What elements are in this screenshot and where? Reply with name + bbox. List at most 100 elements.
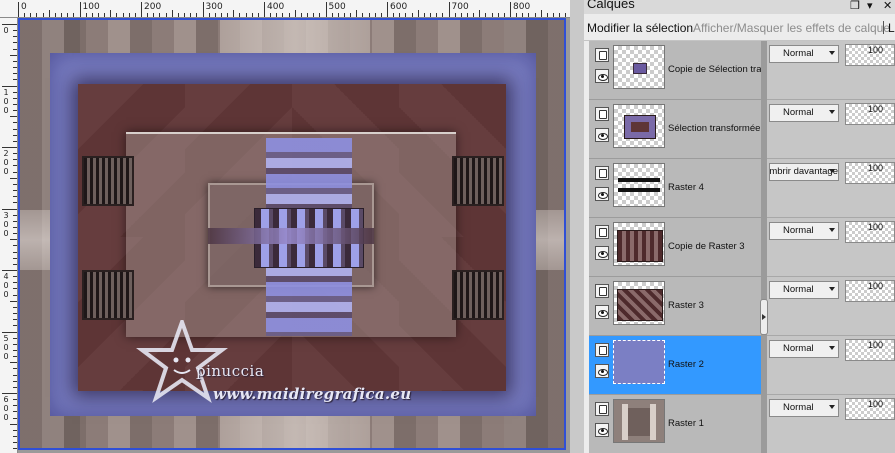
- ruler-minor-tick: [466, 13, 468, 17]
- ruler-minor-tick: [214, 13, 216, 17]
- close-icon[interactable]: ✕: [883, 0, 892, 12]
- ruler-label: 0: [3, 26, 9, 35]
- ruler-minor-tick: [528, 13, 530, 17]
- layer-name: Raster 4: [668, 182, 704, 193]
- ruler-minor-tick: [13, 103, 17, 105]
- ruler-minor-tick: [10, 423, 17, 425]
- ruler-minor-tick: [411, 13, 413, 17]
- layer-info-area[interactable]: Raster 4: [589, 159, 761, 218]
- ruler-tick: [18, 2, 19, 17]
- eye-icon[interactable]: [595, 364, 609, 378]
- ruler-minor-tick: [13, 386, 17, 388]
- layer-mask-toggle-icon[interactable]: [595, 225, 609, 239]
- chevron-down-icon[interactable]: [829, 228, 835, 232]
- opacity-value: 100: [868, 340, 884, 350]
- chevron-down-icon[interactable]: [829, 287, 835, 291]
- layer-info-area[interactable]: Raster 2: [589, 336, 761, 395]
- eye-icon[interactable]: [595, 305, 609, 319]
- ruler-minor-tick: [13, 122, 17, 124]
- layer-mask-toggle-icon[interactable]: [595, 107, 609, 121]
- ruler-tick: [2, 270, 17, 271]
- ruler-minor-tick: [10, 177, 17, 179]
- ruler-minor-tick: [153, 13, 155, 17]
- ruler-label: 300: [205, 2, 223, 12]
- layer-mask-toggle-icon[interactable]: [595, 284, 609, 298]
- ruler-label: 0: [3, 158, 9, 167]
- eye-icon[interactable]: [595, 246, 609, 260]
- layer-row[interactable]: Raster 3 Normal 100: [584, 277, 895, 336]
- layer-row[interactable]: Copie de Raster 3 Normal 100: [584, 218, 895, 277]
- layer-info-area[interactable]: Raster 1: [589, 395, 761, 453]
- ruler-tick: [202, 2, 204, 17]
- ruler-minor-tick: [13, 159, 17, 161]
- ruler-minor-tick: [13, 319, 17, 321]
- opacity-field[interactable]: 100: [845, 221, 895, 243]
- chevron-down-icon[interactable]: [829, 405, 835, 409]
- layer-mask-toggle-icon[interactable]: [595, 48, 609, 62]
- ruler-minor-tick: [13, 153, 17, 155]
- ruler-minor-tick: [13, 368, 17, 370]
- opacity-field[interactable]: 100: [845, 162, 895, 184]
- opacity-value: 100: [868, 281, 884, 291]
- ruler-minor-tick: [13, 288, 17, 290]
- layer-row-selected[interactable]: Raster 2 Normal 100: [584, 336, 895, 395]
- ruler-minor-tick: [13, 196, 17, 198]
- chevron-down-icon[interactable]: [829, 110, 835, 114]
- opacity-field[interactable]: 100: [845, 280, 895, 302]
- ruler-minor-tick: [13, 306, 17, 308]
- ruler-tick: [79, 2, 81, 17]
- layer-info-area[interactable]: Sélection transformée: [589, 100, 761, 159]
- eye-icon[interactable]: [595, 69, 609, 83]
- float-panel-icon[interactable]: ❒: [850, 0, 860, 12]
- ruler-minor-tick: [13, 30, 17, 32]
- opacity-field[interactable]: 100: [845, 398, 895, 420]
- layer-row[interactable]: Raster 4 Assombrir davantage 100: [584, 159, 895, 218]
- layer-mask-toggle-icon[interactable]: [595, 402, 609, 416]
- ruler-minor-tick: [393, 13, 395, 17]
- opacity-field[interactable]: 100: [845, 103, 895, 125]
- layer-row[interactable]: Raster 1 Normal 100: [584, 395, 895, 453]
- layer-row[interactable]: Sélection transformée Normal 100: [584, 100, 895, 159]
- ruler-minor-tick: [350, 13, 352, 17]
- layer-mask-toggle-icon[interactable]: [595, 166, 609, 180]
- ruler-minor-tick: [10, 54, 17, 56]
- ruler-label: 500: [328, 2, 346, 12]
- ruler-minor-tick: [165, 13, 167, 17]
- ruler-minor-tick: [13, 183, 17, 185]
- panel-splitter-handle[interactable]: [760, 299, 768, 335]
- layer-info-area[interactable]: Copie de Sélection transformée: [589, 41, 761, 100]
- eye-icon[interactable]: [595, 423, 609, 437]
- eye-icon[interactable]: [595, 128, 609, 142]
- toolbar-overflow-button[interactable]: L: [888, 21, 895, 35]
- ruler-minor-tick: [13, 60, 17, 62]
- toggle-layer-effects-button[interactable]: Afficher/Masquer les effets de calque: [693, 21, 890, 35]
- chevron-down-icon[interactable]: [829, 346, 835, 350]
- layer-thumbnail: [613, 340, 665, 384]
- chevron-down-icon[interactable]: [829, 169, 835, 173]
- layer-row[interactable]: Copie de Sélection transformée Normal 10…: [584, 41, 895, 100]
- layer-thumbnail: [613, 163, 665, 207]
- ruler-minor-tick: [10, 239, 17, 241]
- ruler-tick: [2, 147, 17, 148]
- opacity-field[interactable]: 100: [845, 339, 895, 361]
- ruler-minor-tick: [442, 13, 444, 17]
- canvas-area[interactable]: 0 100 200 300 400 500 600 700 800 01002003004005…: [0, 0, 570, 453]
- eye-icon[interactable]: [595, 187, 609, 201]
- chevron-down-icon[interactable]: [829, 51, 835, 55]
- opacity-field[interactable]: 100: [845, 44, 895, 66]
- ruler-tick: [387, 2, 388, 17]
- layer-mask-toggle-icon[interactable]: [595, 343, 609, 357]
- panel-menu-icon[interactable]: ▾: [867, 0, 873, 12]
- layer-info-area[interactable]: Raster 3: [589, 277, 761, 336]
- ruler-minor-tick: [319, 13, 321, 17]
- ruler-minor-tick: [245, 13, 247, 17]
- ruler-minor-tick: [13, 442, 17, 444]
- ruler-minor-tick: [13, 417, 17, 419]
- layers-list: Copie de Sélection transformée Normal 10…: [584, 41, 895, 453]
- ruler-minor-tick: [13, 214, 17, 216]
- layers-panel: Calques ❒ ▾ ✕ Modifier la sélection Affi…: [584, 0, 895, 453]
- modify-selection-button[interactable]: Modifier la sélection: [587, 21, 693, 35]
- ruler-minor-tick: [208, 13, 210, 17]
- layer-info-area[interactable]: Copie de Raster 3: [589, 218, 761, 277]
- opacity-value: 100: [868, 104, 884, 114]
